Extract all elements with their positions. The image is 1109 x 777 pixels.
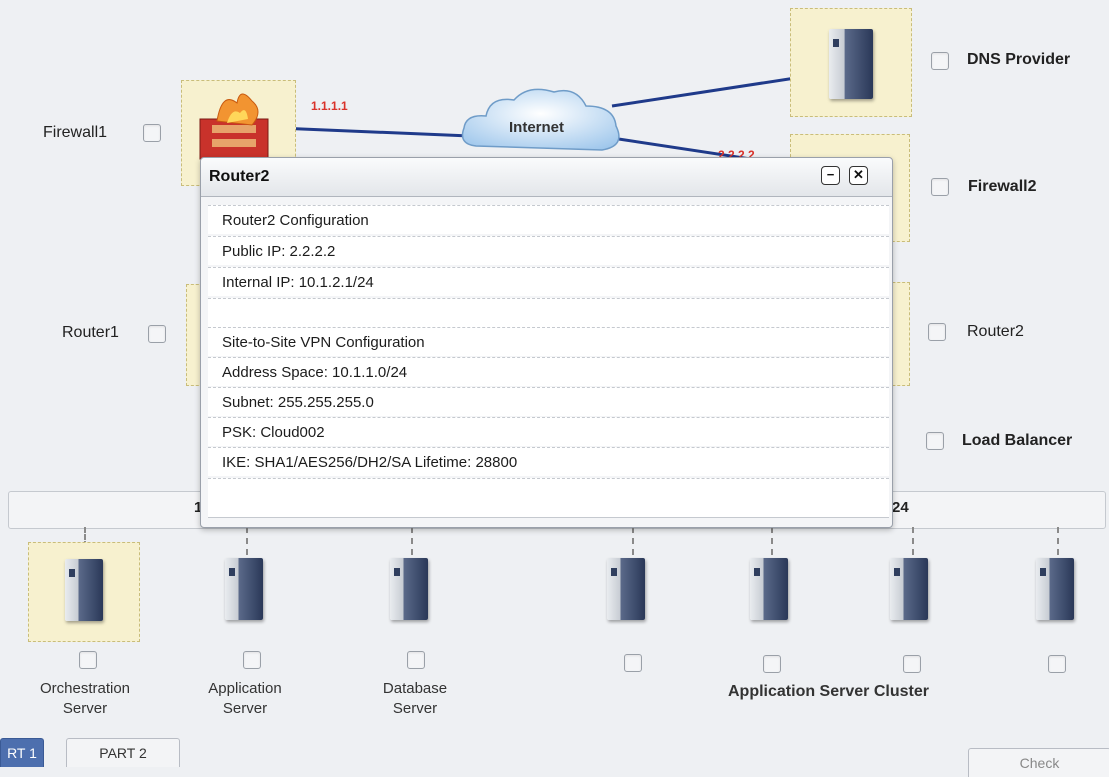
load-balancer-checkbox[interactable] (926, 432, 944, 450)
load-balancer-label: Load Balancer (962, 432, 1073, 449)
cluster-server-4-checkbox[interactable] (1048, 655, 1066, 673)
drop-line (771, 527, 773, 555)
router2-checkbox[interactable] (928, 323, 946, 341)
dns-provider-device[interactable] (790, 8, 912, 117)
popup-row-ike: IKE: SHA1/AES256/DH2/SA Lifetime: 28800 (208, 447, 889, 476)
server-icon (65, 559, 103, 621)
tab-part1[interactable]: RT 1 (0, 738, 44, 767)
orchestration-server-label: Orchestration Server (39, 680, 131, 717)
orchestration-server-checkbox[interactable] (79, 651, 97, 669)
tab-part2[interactable]: PART 2 (66, 738, 180, 767)
cluster-server-1-icon[interactable] (607, 558, 645, 620)
popup-title: Router2 (209, 168, 270, 185)
router2-config-popup: Router2 − ✕ Router2 Configuration Public… (200, 157, 893, 528)
application-server-checkbox[interactable] (243, 651, 261, 669)
dns-server-icon (829, 29, 873, 99)
dns-provider-label: DNS Provider (967, 51, 1071, 68)
router1-checkbox[interactable] (148, 325, 166, 343)
cluster-server-4-icon[interactable] (1036, 558, 1074, 620)
minimize-button[interactable]: − (821, 166, 840, 185)
popup-row-public-ip: Public IP: 2.2.2.2 (208, 236, 889, 265)
dns-provider-checkbox[interactable] (931, 52, 949, 70)
firewall1-internet-link (277, 126, 471, 138)
check-button[interactable]: Check (968, 748, 1109, 777)
internet-dns-link (611, 73, 816, 108)
drop-line (912, 527, 914, 555)
popup-row-empty (208, 478, 889, 518)
cluster-server-1-checkbox[interactable] (624, 654, 642, 672)
popup-row-psk: PSK: Cloud002 (208, 417, 889, 446)
firewall1-checkbox[interactable] (143, 124, 161, 142)
firewall2-label: Firewall2 (968, 178, 1037, 195)
orchestration-server-device[interactable] (28, 542, 140, 642)
drop-line (632, 527, 634, 555)
database-server-checkbox[interactable] (407, 651, 425, 669)
internet-label: Internet (509, 119, 565, 136)
cluster-server-3-icon[interactable] (890, 558, 928, 620)
popup-row-config-title: Router2 Configuration (208, 205, 889, 234)
application-server-label: Application Server (208, 680, 282, 717)
popup-row-subnet: Subnet: 255.255.255.0 (208, 387, 889, 416)
popup-row-blank (208, 298, 889, 327)
close-button[interactable]: ✕ (849, 166, 868, 185)
cluster-server-2-checkbox[interactable] (763, 655, 781, 673)
drop-line (246, 527, 248, 555)
router1-label: Router1 (62, 324, 119, 341)
database-server-icon[interactable] (390, 558, 428, 620)
database-server-label: Database Server (382, 680, 448, 717)
router2-label: Router2 (967, 323, 1024, 340)
popup-row-internal-ip: Internal IP: 10.1.2.1/24 (208, 267, 889, 296)
popup-header: Router2 − ✕ (201, 158, 892, 197)
firewall2-checkbox[interactable] (931, 178, 949, 196)
application-server-icon[interactable] (225, 558, 263, 620)
network-bar-right-text: 24 (892, 499, 909, 516)
cluster-server-2-icon[interactable] (750, 558, 788, 620)
firewall1-label: Firewall1 (43, 124, 108, 141)
drop-line (411, 527, 413, 555)
drop-line (1057, 527, 1059, 555)
application-server-cluster-label: Application Server Cluster (728, 683, 929, 700)
popup-row-address-space: Address Space: 10.1.1.0/24 (208, 357, 889, 386)
cluster-server-3-checkbox[interactable] (903, 655, 921, 673)
popup-row-vpn-title: Site-to-Site VPN Configuration (208, 327, 889, 356)
firewall1-ip: 1.1.1.1 (311, 99, 348, 113)
